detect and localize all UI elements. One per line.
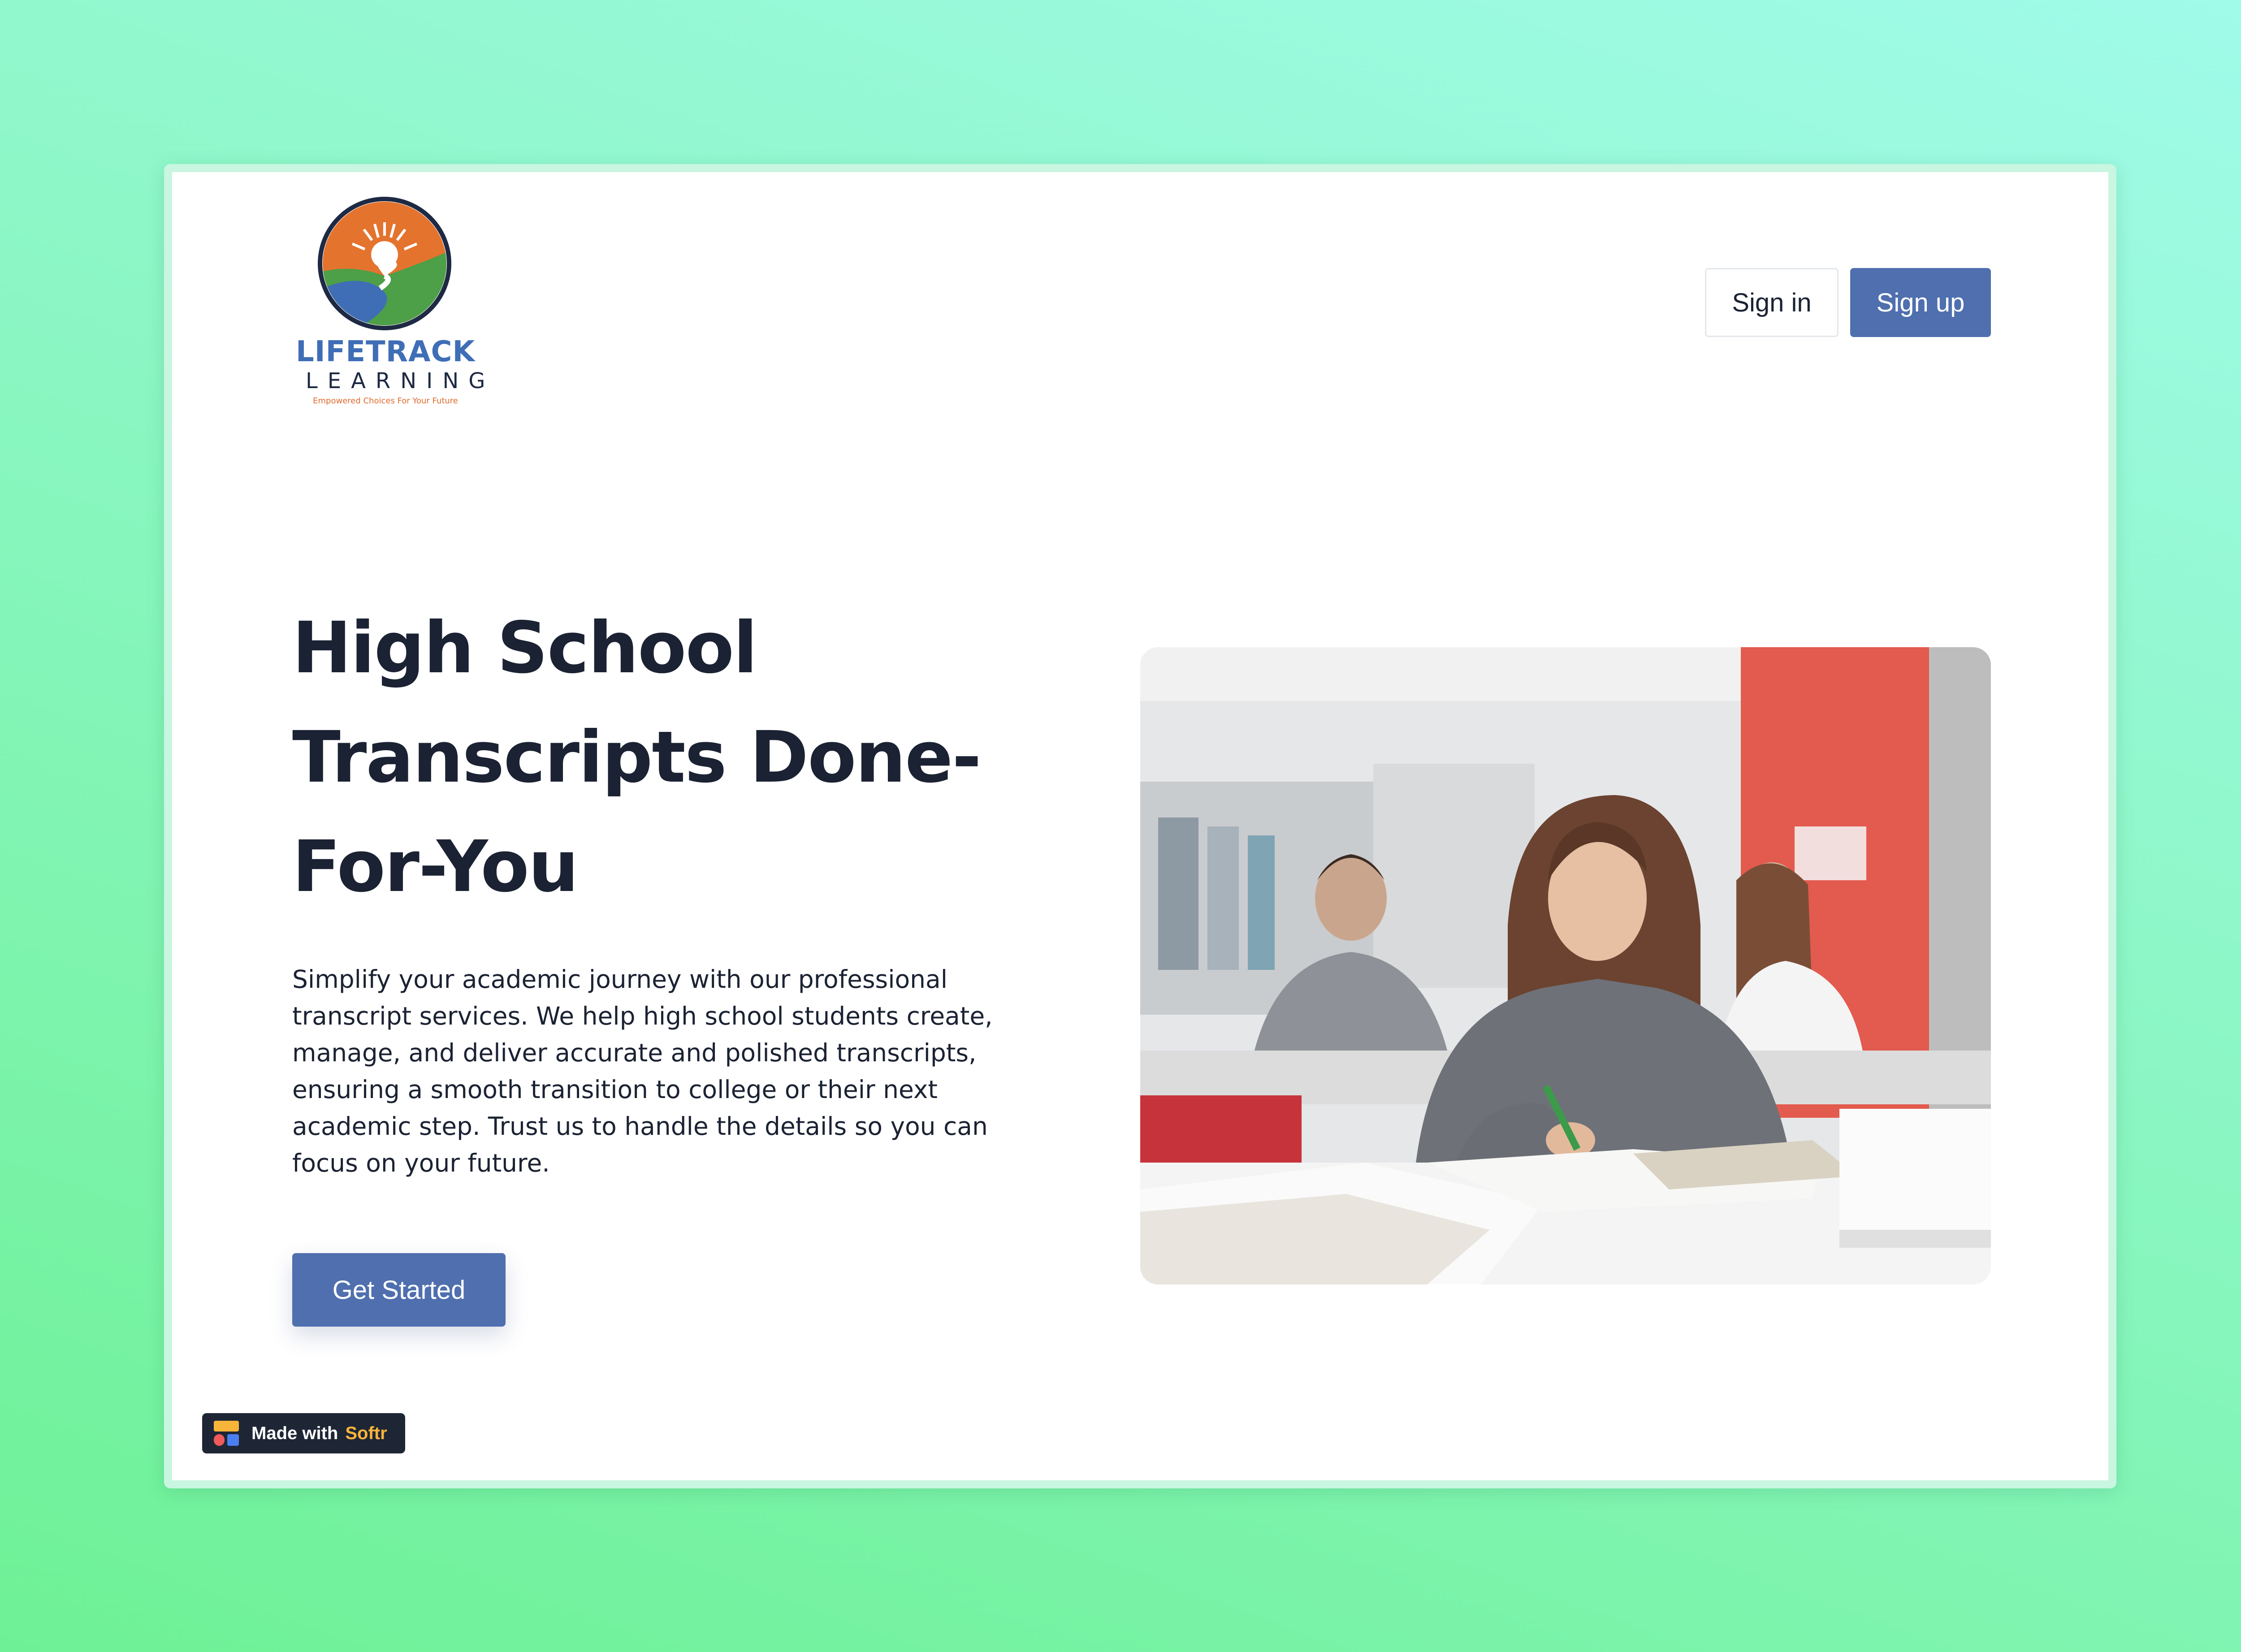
- softr-logo-icon: [214, 1421, 239, 1446]
- badge-brand: Softr: [345, 1423, 387, 1443]
- badge-prefix: Made with: [251, 1423, 338, 1443]
- sign-up-button[interactable]: Sign up: [1850, 268, 1991, 337]
- get-started-button[interactable]: Get Started: [292, 1253, 506, 1327]
- brand-logo[interactable]: LIFETRACK LEARNING Empowered Choices For…: [296, 196, 495, 407]
- hero-description: Simplify your academic journey with our …: [292, 965, 993, 1177]
- hero-title: High School Transcripts Done-For-You: [292, 607, 982, 908]
- logo-name-primary: LIFETRACK: [296, 335, 476, 368]
- sun-river-logo-icon: [318, 197, 451, 330]
- hero-photo-students-studying: [1140, 647, 1991, 1284]
- logo-tagline: Empowered Choices For Your Future: [313, 396, 458, 406]
- logo-name-secondary: LEARNING: [306, 368, 495, 394]
- made-with-softr-badge[interactable]: Made with Softr: [202, 1413, 405, 1453]
- page-card: LIFETRACK LEARNING Empowered Choices For…: [164, 164, 2116, 1488]
- sign-in-button[interactable]: Sign in: [1705, 268, 1839, 337]
